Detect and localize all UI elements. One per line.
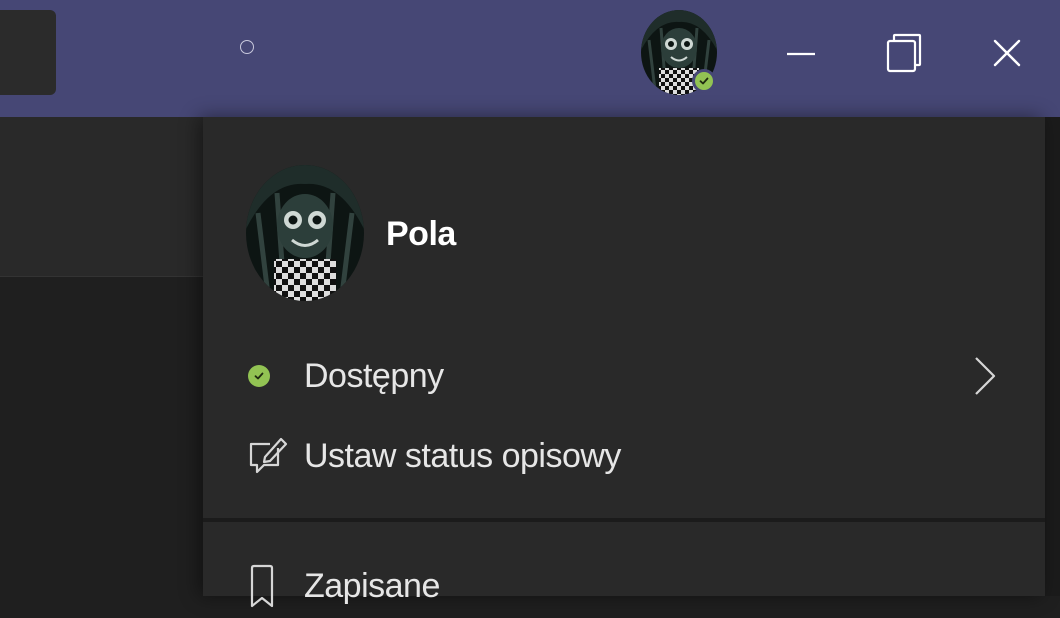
title-bar bbox=[0, 0, 1060, 117]
presence-status-item[interactable]: Dostępny bbox=[203, 344, 1045, 408]
minimize-icon bbox=[787, 52, 815, 56]
checkmark-icon bbox=[699, 77, 709, 85]
saved-item[interactable]: Zapisane bbox=[203, 554, 1045, 618]
search-box[interactable] bbox=[0, 10, 56, 95]
user-avatar-icon bbox=[246, 165, 364, 301]
profile-avatar-button[interactable] bbox=[641, 10, 717, 95]
restore-button[interactable] bbox=[869, 18, 939, 88]
bookmark-icon bbox=[248, 564, 276, 608]
set-status-message-label: Ustaw status opisowy bbox=[304, 436, 621, 475]
set-status-message-item[interactable]: Ustaw status opisowy bbox=[203, 424, 1045, 488]
menu-divider bbox=[203, 518, 1045, 522]
saved-label: Zapisane bbox=[304, 566, 440, 605]
background-pane bbox=[0, 117, 204, 277]
close-icon bbox=[993, 39, 1021, 67]
close-button[interactable] bbox=[972, 18, 1042, 88]
presence-available-badge bbox=[692, 69, 716, 93]
minimize-button[interactable] bbox=[766, 18, 836, 88]
profile-name: Pola bbox=[386, 215, 456, 253]
presence-status-label: Dostępny bbox=[304, 356, 444, 395]
profile-menu: Pola Dostępny Ustaw status opisowy Zapis… bbox=[203, 117, 1045, 608]
restore-icon bbox=[886, 33, 922, 73]
checkmark-icon bbox=[254, 372, 264, 380]
chevron-right-icon bbox=[975, 357, 996, 395]
background-strip bbox=[1045, 117, 1060, 596]
edit-status-icon bbox=[248, 435, 288, 477]
cursor-indicator bbox=[240, 40, 254, 54]
presence-available-icon bbox=[248, 365, 270, 387]
